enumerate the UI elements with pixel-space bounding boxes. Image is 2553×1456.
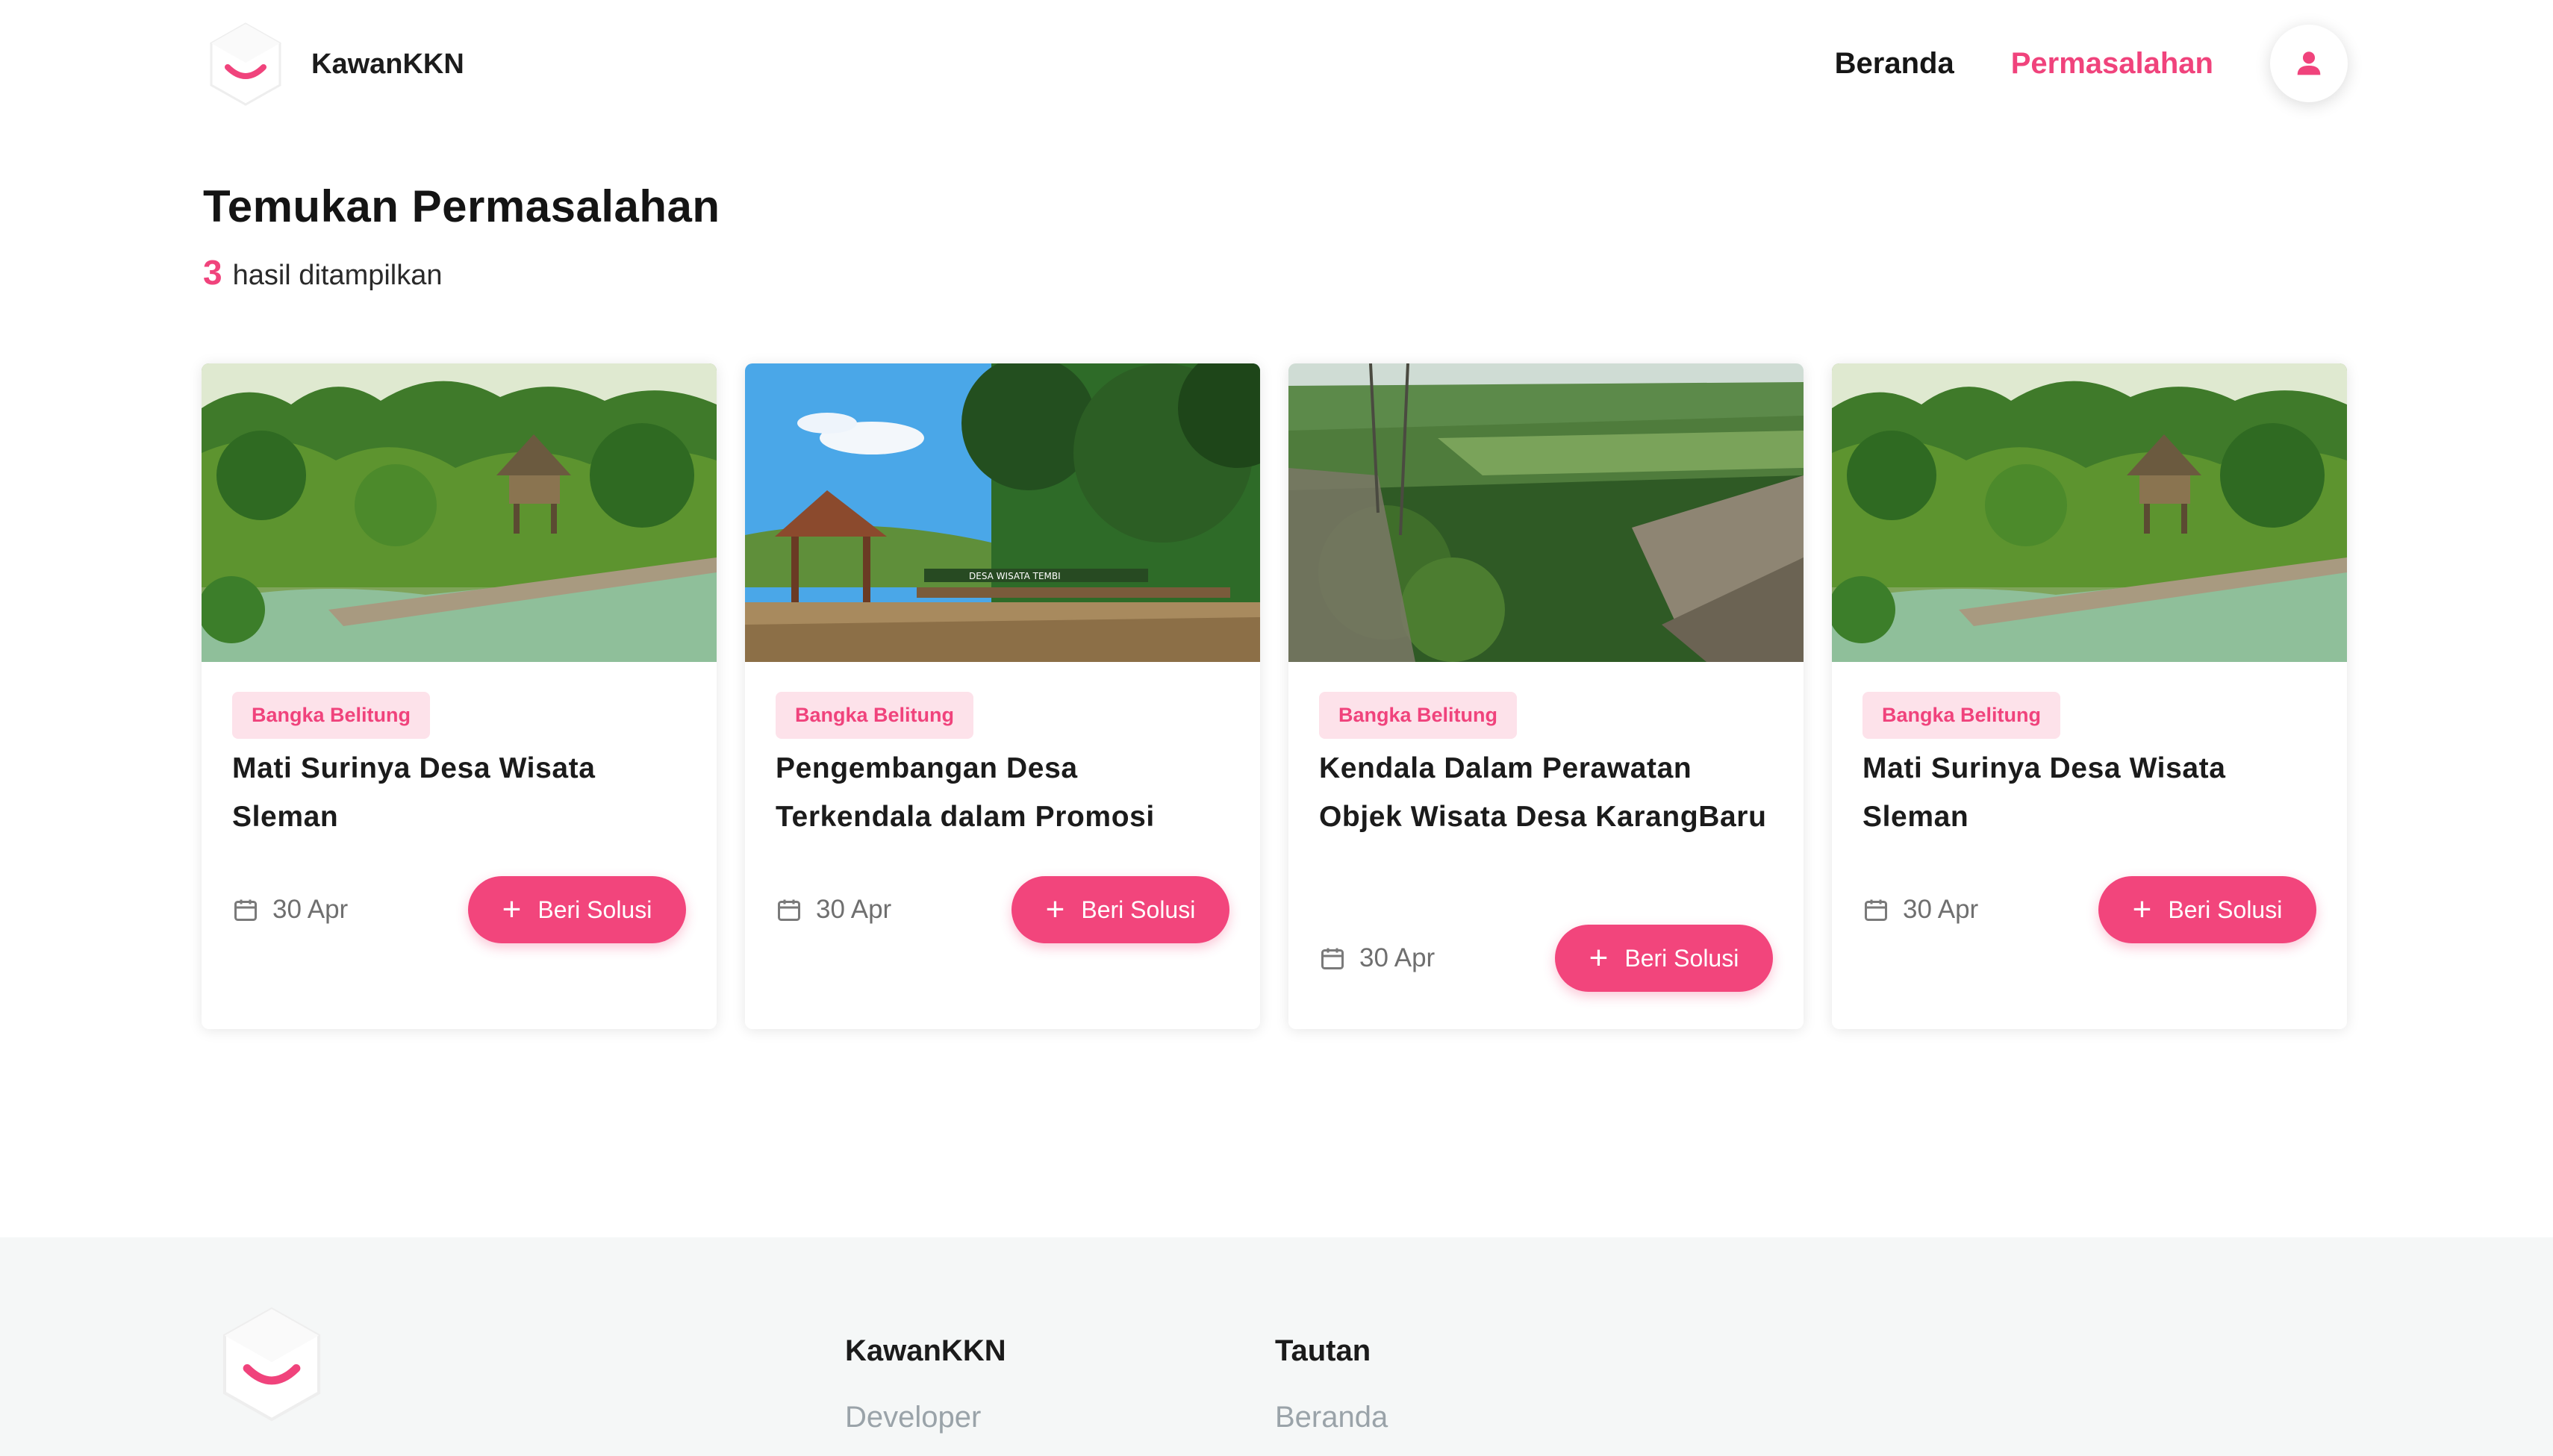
problem-card[interactable]: Bangka Belitung Pengembangan Desa Terken… xyxy=(745,363,1260,1029)
result-count: 3 xyxy=(203,253,222,292)
footer-column-tautan: Tautan Beranda xyxy=(1275,1334,1388,1434)
card-footer: 30 Apr + Beri Solusi xyxy=(776,876,1229,943)
card-title[interactable]: Mati Surinya Desa Wisata Sleman xyxy=(1862,744,2310,841)
card-title[interactable]: Pengembangan Desa Terkendala dalam Promo… xyxy=(776,744,1223,841)
nav-link-permasalahan[interactable]: Permasalahan xyxy=(2011,47,2213,81)
card-date: 30 Apr xyxy=(1862,895,1978,925)
calendar-icon xyxy=(776,896,802,923)
button-label: Beri Solusi xyxy=(1624,944,1739,972)
beri-solusi-button[interactable]: + Beri Solusi xyxy=(1555,925,1773,992)
problem-card-list: Bangka Belitung Mati Surinya Desa Wisata… xyxy=(202,363,2348,1029)
plus-icon: + xyxy=(1045,891,1065,928)
navbar: KawanKKN Beranda Permasalahan xyxy=(0,0,2553,127)
date-text: 30 Apr xyxy=(272,895,349,924)
result-summary: 3 hasil ditampilkan xyxy=(203,252,443,293)
location-tag: Bangka Belitung xyxy=(232,692,431,739)
profile-button[interactable] xyxy=(2270,25,2348,102)
button-label: Beri Solusi xyxy=(537,896,652,923)
card-title[interactable]: Kendala Dalam Perawatan Objek Wisata Des… xyxy=(1319,744,1767,841)
button-label: Beri Solusi xyxy=(1081,896,1196,923)
card-footer: 30 Apr + Beri Solusi xyxy=(232,876,686,943)
footer-column-kawankkn: KawanKKN Developer xyxy=(845,1334,1006,1434)
footer-link-developer[interactable]: Developer xyxy=(845,1401,1006,1434)
nav-link-beranda[interactable]: Beranda xyxy=(1835,47,1954,81)
footer-column-title: Tautan xyxy=(1275,1334,1371,1367)
problem-card[interactable]: Bangka Belitung Mati Surinya Desa Wisata… xyxy=(1832,363,2347,1029)
problem-card[interactable]: Bangka Belitung Kendala Dalam Perawatan … xyxy=(1288,363,1804,1029)
date-text: 30 Apr xyxy=(1903,895,1979,924)
beri-solusi-button[interactable]: + Beri Solusi xyxy=(1011,876,1229,943)
plus-icon: + xyxy=(1589,940,1609,976)
brand-name: KawanKKN xyxy=(311,48,464,80)
card-image xyxy=(1288,363,1804,662)
page-title: Temukan Permasalahan xyxy=(203,181,720,231)
date-text: 30 Apr xyxy=(816,895,892,924)
brand[interactable]: KawanKKN xyxy=(205,21,464,107)
beri-solusi-button[interactable]: + Beri Solusi xyxy=(468,876,686,943)
location-tag: Bangka Belitung xyxy=(1319,692,1518,739)
footer: KawanKKN Developer Tautan Beranda xyxy=(0,1237,2553,1456)
card-image xyxy=(1832,363,2347,662)
location-tag: Bangka Belitung xyxy=(1862,692,2061,739)
footer-column-title: KawanKKN xyxy=(845,1334,1006,1367)
footer-link-beranda[interactable]: Beranda xyxy=(1275,1401,1388,1434)
problem-card[interactable]: Bangka Belitung Mati Surinya Desa Wisata… xyxy=(202,363,717,1029)
card-footer: 30 Apr + Beri Solusi xyxy=(1862,876,2316,943)
button-label: Beri Solusi xyxy=(2168,896,2283,923)
user-icon xyxy=(2297,51,2321,75)
footer-logo-icon xyxy=(216,1305,327,1424)
card-footer: 30 Apr + Beri Solusi xyxy=(1319,925,1773,992)
calendar-icon xyxy=(232,896,259,923)
plus-icon: + xyxy=(502,891,522,928)
card-date: 30 Apr xyxy=(232,895,348,925)
card-image xyxy=(745,363,1260,662)
location-tag: Bangka Belitung xyxy=(776,692,974,739)
card-date: 30 Apr xyxy=(1319,943,1435,973)
calendar-icon xyxy=(1862,896,1889,923)
logo-icon xyxy=(205,21,286,107)
date-text: 30 Apr xyxy=(1359,943,1436,972)
result-text: hasil ditampilkan xyxy=(232,260,443,291)
card-date: 30 Apr xyxy=(776,895,891,925)
plus-icon: + xyxy=(2132,891,2152,928)
card-image xyxy=(202,363,717,662)
nav-links: Beranda Permasalahan xyxy=(1835,22,2348,104)
card-title[interactable]: Mati Surinya Desa Wisata Sleman xyxy=(232,744,680,841)
beri-solusi-button[interactable]: + Beri Solusi xyxy=(2098,876,2316,943)
calendar-icon xyxy=(1319,945,1346,972)
